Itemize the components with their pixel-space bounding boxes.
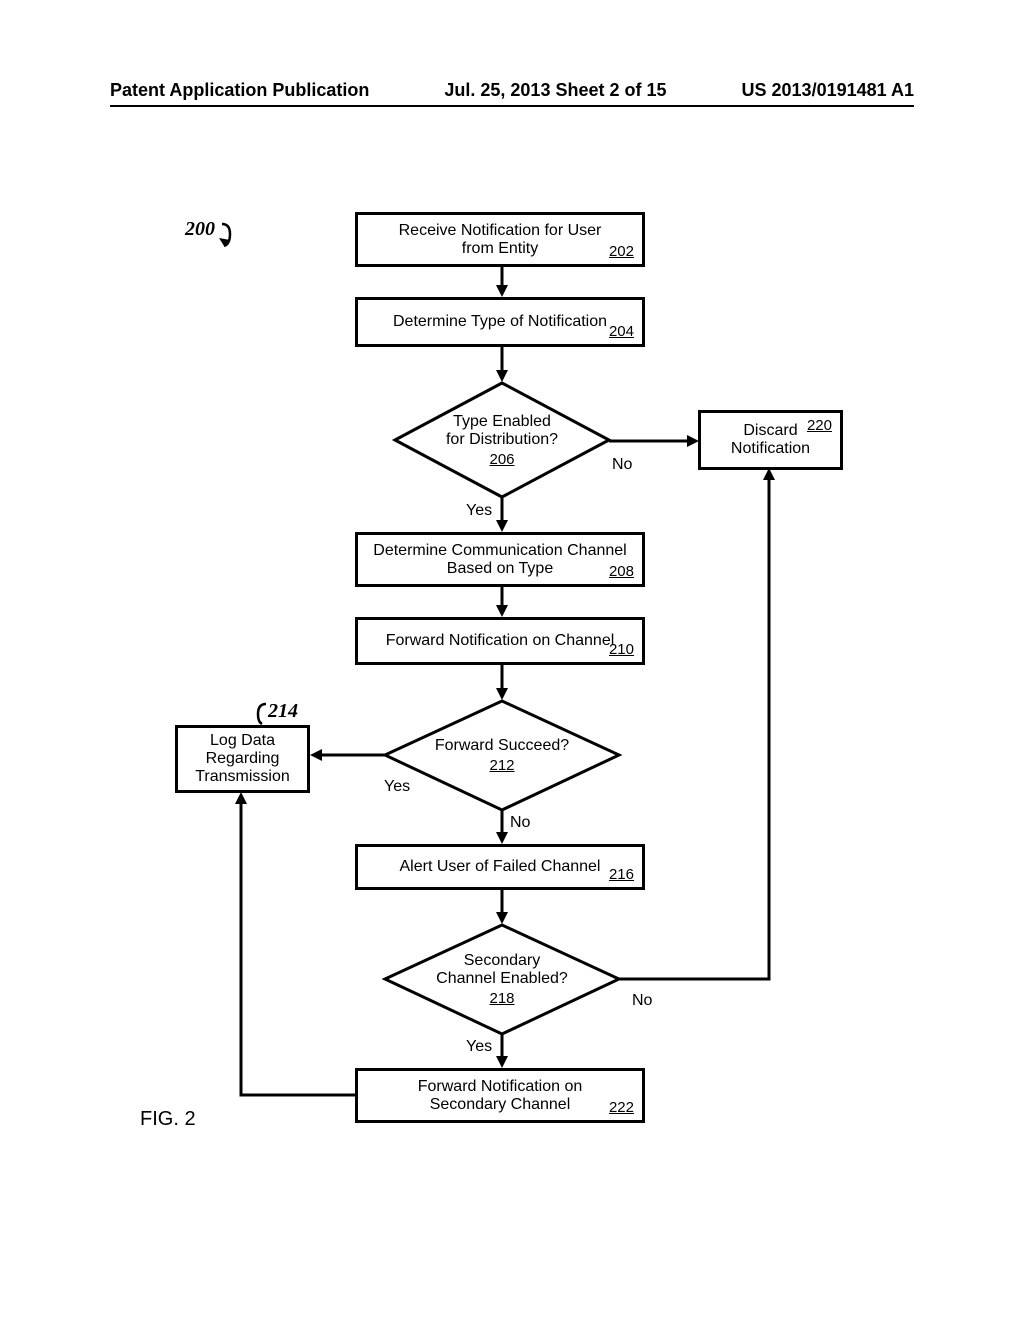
label-no-212: No xyxy=(510,814,530,832)
arrow-icon xyxy=(496,1034,508,1068)
box-220-line1: Discard xyxy=(743,422,797,440)
flowchart-diagram: 200 Receive Notification for User from E… xyxy=(110,200,910,1210)
box-alert-failed: Alert User of Failed Channel 216 xyxy=(355,844,645,890)
box-222-text: Forward Notification on Secondary Channe… xyxy=(418,1078,583,1114)
arrow-icon xyxy=(496,665,508,700)
header-right: US 2013/0191481 A1 xyxy=(742,80,914,101)
arrow-icon xyxy=(619,466,779,990)
box-222-ref: 222 xyxy=(609,1099,634,1116)
box-216-text: Alert User of Failed Channel xyxy=(400,858,601,876)
header-center: Jul. 25, 2013 Sheet 2 of 15 xyxy=(444,80,666,101)
box-210-text: Forward Notification on Channel xyxy=(386,632,615,650)
arrow-icon xyxy=(496,497,508,532)
dec-206-ref: 206 xyxy=(489,451,514,468)
dec-218-line2: Channel Enabled? xyxy=(436,970,568,988)
header-left: Patent Application Publication xyxy=(110,80,369,101)
box-214-line3: Transmission xyxy=(195,768,290,786)
arrow-icon xyxy=(496,890,508,924)
arrow-icon xyxy=(496,587,508,617)
arrow-icon xyxy=(496,347,508,382)
box-receive-notification: Receive Notification for User from Entit… xyxy=(355,212,645,267)
decision-forward-succeed: Forward Succeed? 212 xyxy=(382,698,622,813)
figure-label: FIG. 2 xyxy=(140,1108,196,1131)
dec-206-line1: Type Enabled xyxy=(453,413,551,431)
ref-200: 200 xyxy=(185,218,215,241)
box-determine-channel: Determine Communication Channel Based on… xyxy=(355,532,645,587)
arrow-icon xyxy=(496,267,508,297)
box-log-data: Log Data Regarding Transmission xyxy=(175,725,310,793)
arrow-icon xyxy=(235,790,365,1105)
box-forward-channel: Forward Notification on Channel 210 xyxy=(355,617,645,665)
label-yes-206: Yes xyxy=(466,502,492,520)
box-208-text: Determine Communication Channel Based on… xyxy=(373,542,626,578)
box-214-line1: Log Data xyxy=(210,732,275,750)
dec-218-line1: Secondary xyxy=(464,952,541,970)
box-204-ref: 204 xyxy=(609,323,634,340)
arrow-icon xyxy=(609,434,699,448)
box-discard: Discard Notification 220 xyxy=(698,410,843,470)
label-no-218: No xyxy=(632,992,652,1010)
decision-type-enabled: Type Enabled for Distribution? 206 xyxy=(392,380,612,500)
box-202-ref: 202 xyxy=(609,243,634,260)
box-214-line2: Regarding xyxy=(206,750,280,768)
box-204-text: Determine Type of Notification xyxy=(393,313,607,331)
dec-206-line2: for Distribution? xyxy=(446,431,558,449)
box-determine-type: Determine Type of Notification 204 xyxy=(355,297,645,347)
box-220-line2: Notification xyxy=(731,440,810,458)
page-header: Patent Application Publication Jul. 25, … xyxy=(110,80,914,107)
box-202-text: Receive Notification for User from Entit… xyxy=(399,222,602,258)
box-214-ref-label: 214 xyxy=(268,700,298,723)
arrow-icon xyxy=(310,748,388,762)
dec-218-ref: 218 xyxy=(489,990,514,1007)
box-forward-secondary: Forward Notification on Secondary Channe… xyxy=(355,1068,645,1123)
label-yes-218: Yes xyxy=(466,1038,492,1056)
ref-hook-icon xyxy=(218,222,248,252)
arrow-icon xyxy=(496,810,508,844)
dec-212-ref: 212 xyxy=(489,757,514,774)
decision-secondary-enabled: Secondary Channel Enabled? 218 xyxy=(382,922,622,1037)
box-220-ref: 220 xyxy=(807,417,832,434)
dec-212-text: Forward Succeed? xyxy=(435,737,569,755)
label-yes-212: Yes xyxy=(384,778,410,796)
